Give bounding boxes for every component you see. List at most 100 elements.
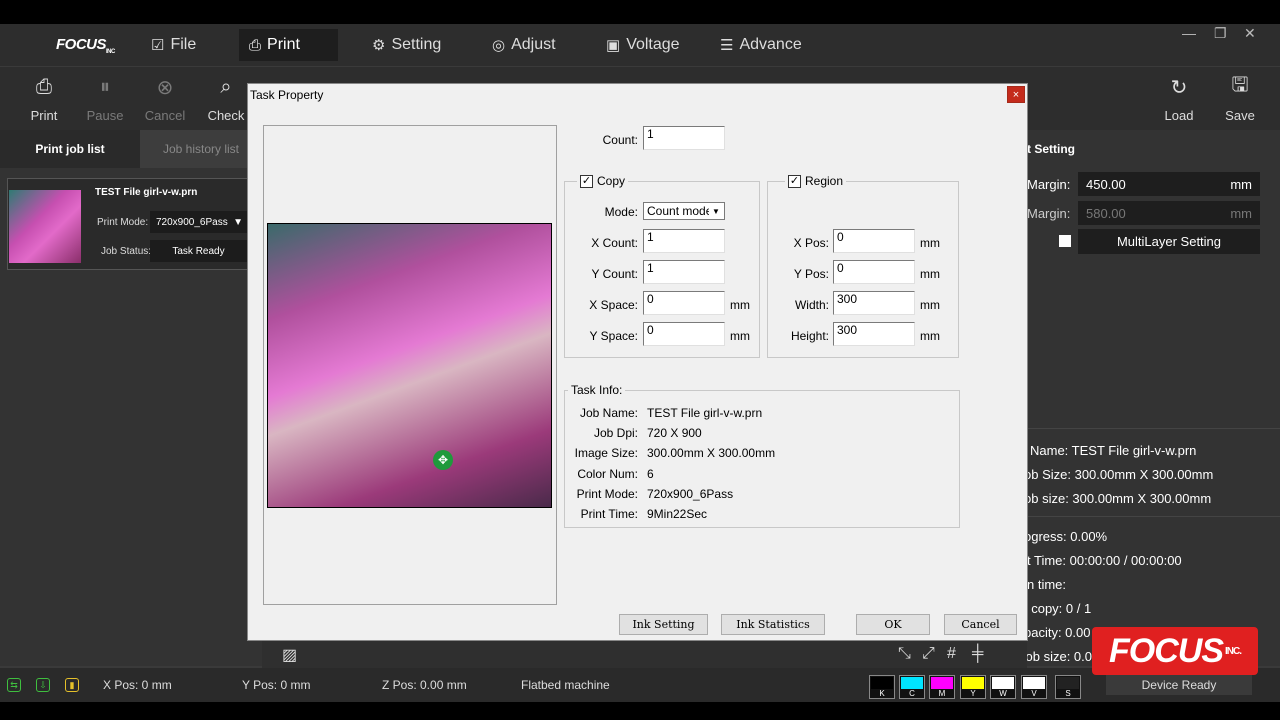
- preview-image[interactable]: [267, 223, 552, 508]
- ink-statistics-button[interactable]: Ink Statistics: [721, 614, 825, 635]
- capacity-text: pacity: 0.00: [1024, 625, 1091, 640]
- load-button[interactable]: ↻ Load: [1149, 72, 1209, 130]
- count-label: Count:: [602, 133, 638, 147]
- check-icon: ⌕: [220, 75, 232, 98]
- z-pos-text: Z Pos: 0.00 mm: [382, 678, 467, 692]
- link-icon: ⇆: [7, 678, 21, 692]
- job-size-text: Job size: 0.00: [1019, 649, 1100, 664]
- x-space-unit: mm: [730, 298, 750, 312]
- pause-button[interactable]: ⏸ Pause: [75, 72, 135, 130]
- info-job-size-2: ob size: 300.00mm X 300.00mm: [1024, 491, 1212, 506]
- mode-select[interactable]: Count mode ▼: [643, 202, 725, 220]
- print-icon: ⎙: [249, 36, 262, 54]
- margin-input-2[interactable]: 580.00 mm: [1078, 201, 1260, 225]
- machine-text: Flatbed machine: [521, 678, 610, 692]
- ink-c: C: [899, 675, 925, 699]
- shrink-icon[interactable]: ⤡: [898, 645, 911, 663]
- job-title: TEST File girl-v-w.prn: [95, 187, 198, 198]
- minimize-icon[interactable]: —: [1182, 25, 1196, 41]
- tab-print-job-list[interactable]: Print job list: [0, 130, 140, 168]
- ink-s: S: [1055, 675, 1081, 699]
- save-button[interactable]: 🖫 Save: [1210, 72, 1270, 130]
- job-status-label: Job Status:: [101, 246, 152, 257]
- job-status-value: Task Ready: [150, 240, 247, 262]
- y-count-label: Y Count:: [591, 267, 638, 281]
- info-job-size: ob Size: 300.00mm X 300.00mm: [1024, 467, 1214, 482]
- info-value: 720 X 900: [647, 426, 702, 440]
- ink-k: K: [869, 675, 895, 699]
- x-pos-input[interactable]: 0: [833, 229, 915, 253]
- app-window: FOCUSINC ☑ File ⎙ Print ⚙ Setting ◎ Adjust ▣…: [0, 0, 1280, 720]
- menu-setting[interactable]: ⚙ Setting: [362, 29, 451, 61]
- x-space-input[interactable]: 0: [643, 291, 725, 315]
- close-icon[interactable]: ✕: [1244, 25, 1256, 42]
- menu-adjust[interactable]: ◎ Adjust: [482, 29, 566, 61]
- job-thumbnail: [9, 190, 81, 263]
- voltage-icon: ▣: [606, 37, 621, 54]
- menu-print[interactable]: ⎙ Print: [239, 29, 338, 61]
- align-icon[interactable]: ╪: [972, 645, 983, 663]
- time-text: t Time: 00:00:00 / 00:00:00: [1027, 553, 1182, 568]
- printer-icon: ⎙: [36, 75, 52, 98]
- move-icon[interactable]: ✥: [433, 450, 453, 470]
- info-label: Job Dpi:: [593, 426, 638, 440]
- height-unit: mm: [920, 329, 940, 343]
- info-value: 720x900_6Pass: [647, 487, 734, 501]
- y-count-input[interactable]: 1: [643, 260, 725, 284]
- cancel-toolbar-button[interactable]: ⊗ Cancel: [135, 72, 195, 130]
- gear-icon: ⚙: [372, 37, 386, 54]
- menu-voltage[interactable]: ▣ Voltage: [596, 29, 690, 61]
- app-logo: FOCUSINC: [56, 36, 115, 55]
- info-value: 6: [647, 467, 654, 481]
- y-space-unit: mm: [730, 329, 750, 343]
- y-pos-input[interactable]: 0: [833, 260, 915, 284]
- info-value: TEST File girl-v-w.prn: [647, 406, 763, 420]
- margin-input-1[interactable]: 450.00 mm: [1078, 172, 1260, 196]
- dropdown-arrow-icon: ▼: [233, 216, 243, 228]
- menu-file[interactable]: ☑ File: [141, 29, 206, 61]
- adjust-icon: ◎: [492, 37, 506, 54]
- count-input[interactable]: 1: [643, 126, 725, 150]
- y-pos-label: Y Pos:: [793, 267, 829, 281]
- width-input[interactable]: 300: [833, 291, 915, 315]
- cancel-icon: ⊗: [156, 76, 174, 99]
- info-label: Print Mode:: [576, 487, 638, 501]
- grid-icon[interactable]: #: [947, 645, 956, 663]
- expand-icon[interactable]: ⤢: [922, 645, 935, 663]
- margin-label-1: Margin:: [1027, 177, 1071, 192]
- ink-v: V: [1021, 675, 1047, 699]
- copy-checkbox[interactable]: ✓: [580, 174, 593, 188]
- image-icon[interactable]: ▨: [282, 645, 297, 665]
- y-pos-text: Y Pos: 0 mm: [242, 678, 311, 692]
- print-mode-label: Print Mode:: [97, 217, 149, 228]
- height-input[interactable]: 300: [833, 322, 915, 346]
- copy-text: t copy: 0 / 1: [1024, 601, 1092, 616]
- refresh-icon: ↻: [1170, 76, 1188, 99]
- mode-label: Mode:: [604, 205, 638, 219]
- x-count-input[interactable]: 1: [643, 229, 725, 253]
- progress-text: ogress: 0.00%: [1024, 529, 1108, 544]
- x-pos-unit: mm: [920, 236, 940, 250]
- x-pos-label: X Pos:: [793, 236, 829, 250]
- run-time-text: n time:: [1027, 577, 1067, 592]
- menu-advance[interactable]: ☰ Advance: [710, 29, 812, 61]
- multilayer-checkbox[interactable]: [1059, 235, 1071, 247]
- region-checkbox[interactable]: ✓: [788, 174, 801, 188]
- file-icon: ☑: [151, 37, 165, 54]
- print-mode-select[interactable]: 720x900_6Pass ▼: [150, 211, 247, 233]
- dialog-close-button[interactable]: ×: [1007, 86, 1025, 103]
- print-button[interactable]: ⎙ Print: [14, 72, 74, 130]
- top-black-bar: [0, 0, 1280, 24]
- ok-button[interactable]: OK: [856, 614, 930, 635]
- tab-job-history-list[interactable]: Job history list: [140, 130, 262, 168]
- multilayer-setting-button[interactable]: MultiLayer Setting: [1078, 229, 1260, 254]
- info-label: Image Size:: [574, 446, 638, 460]
- ink-setting-button[interactable]: Ink Setting: [619, 614, 708, 635]
- y-space-label: Y Space:: [589, 329, 638, 343]
- cancel-button[interactable]: Cancel: [944, 614, 1017, 635]
- focus-watermark-logo: FOCUS INC.: [1092, 627, 1258, 675]
- bottom-black-bar: [0, 702, 1280, 720]
- y-space-input[interactable]: 0: [643, 322, 725, 346]
- canvas-toolbar: [262, 640, 1027, 668]
- restore-icon[interactable]: ❐: [1214, 25, 1227, 42]
